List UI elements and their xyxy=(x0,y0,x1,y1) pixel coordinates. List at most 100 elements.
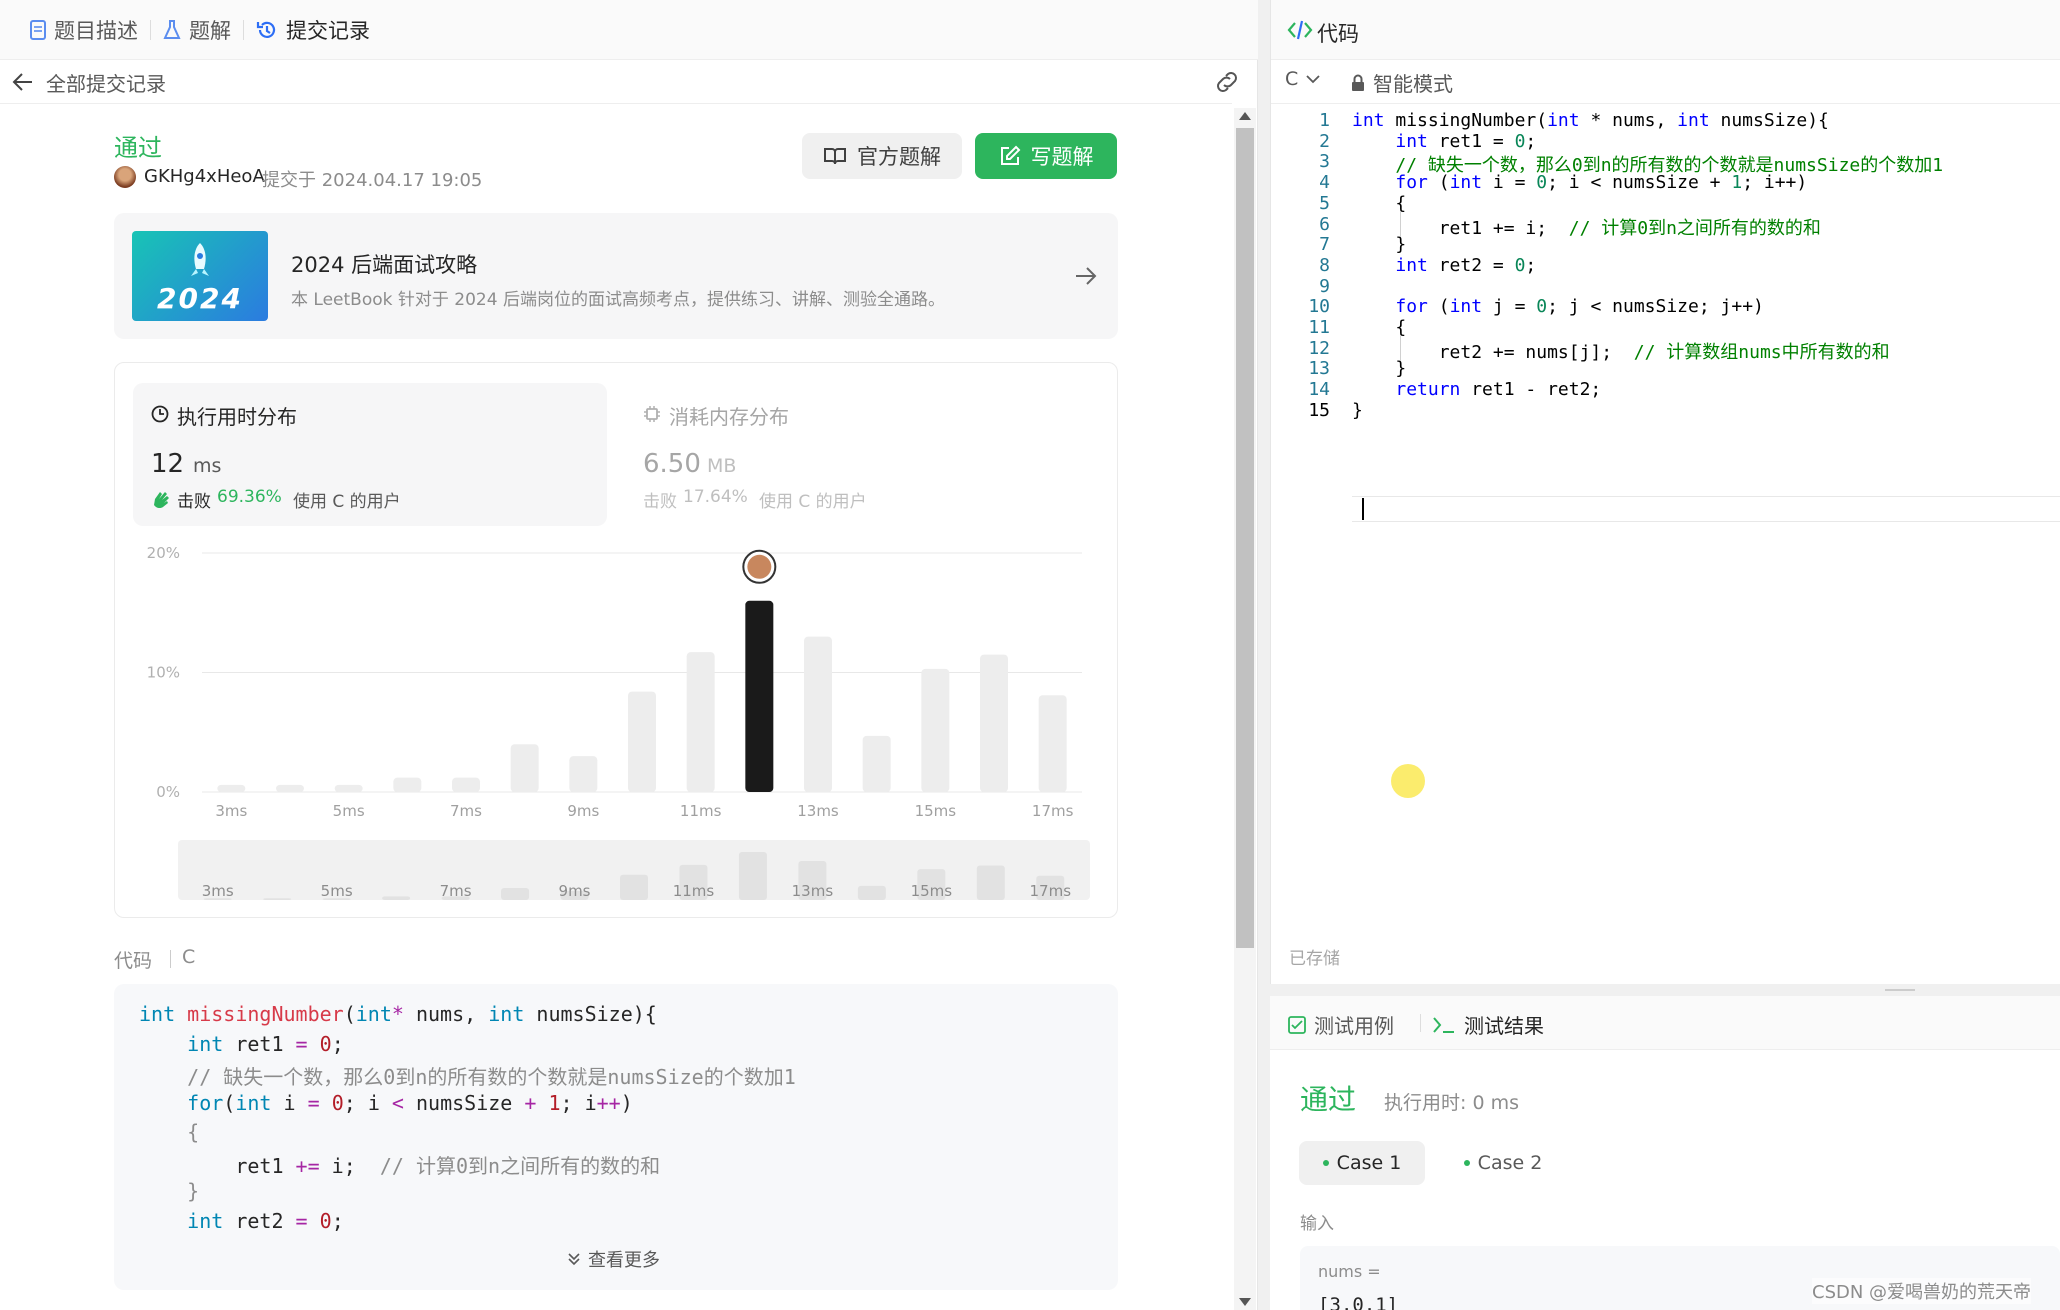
tab-submissions[interactable]: 提交记录 xyxy=(244,10,382,50)
chart-bar xyxy=(217,784,246,792)
brush-tick-label: 9ms xyxy=(559,882,591,900)
avatar xyxy=(114,166,136,188)
arrow-left-icon[interactable] xyxy=(12,72,34,92)
splitter-grip xyxy=(1885,989,1915,991)
preview-line: for(int i = 0; i < numsSize + 1; i++) xyxy=(139,1091,633,1115)
view-more-button[interactable]: 查看更多 xyxy=(566,1246,660,1272)
code-token: ) xyxy=(620,1090,633,1115)
code-token: 0 xyxy=(331,1090,344,1115)
tab-description[interactable]: 题目描述 xyxy=(18,10,150,50)
code-token: // 缺失一个数，那么0到n的所有数的个数就是numsSize的个数加1 xyxy=(187,1065,796,1089)
code-token: // 计算数组nums中所有数的和 xyxy=(1633,341,1890,363)
tab-testcases[interactable]: 测试用例 xyxy=(1288,1010,1394,1039)
checkbox-icon xyxy=(1288,1015,1306,1034)
write-solution-label: 写题解 xyxy=(1030,145,1094,169)
code-token: 0 xyxy=(1536,296,1548,318)
memory-beat-suffix: 使用 C 的用户 xyxy=(759,492,867,512)
left-panel: 题目描述 题解 提交记录 全部提交记录 通过 GKHg4xHeoA 提交于 20… xyxy=(0,0,1258,1310)
write-solution-button[interactable]: 写题解 xyxy=(975,133,1117,179)
chart-bar xyxy=(628,691,656,792)
test-panel: 测试用例 测试结果 通过 执行用时: 0 ms Case 1 Case 2 输入… xyxy=(1270,996,2060,1310)
memory-stat-box[interactable]: 消耗内存分布 6.50 MB 击败 17.64% 使用 C 的用户 xyxy=(625,383,1099,526)
brush-tick-label: 7ms xyxy=(440,882,472,900)
leetbook-banner[interactable]: 2024 2024 后端面试攻略 本 LeetBook 针对于 2024 后端岗… xyxy=(114,213,1118,339)
code-preview: int missingNumber(int* nums, int numsSiz… xyxy=(114,984,1118,1290)
code-token: 0 xyxy=(1514,254,1526,276)
line-number: 13 xyxy=(1308,358,1330,380)
code-token: 0 xyxy=(1536,172,1548,194)
test-status: 通过 xyxy=(1300,1083,1357,1116)
code-token: j = xyxy=(1492,296,1537,318)
tab-solutions[interactable]: 题解 xyxy=(151,10,243,50)
scroll-up-arrow[interactable] xyxy=(1239,112,1251,120)
preview-line: } xyxy=(139,1179,199,1203)
brush-tick-label: 5ms xyxy=(321,882,353,900)
code-token: } xyxy=(1352,358,1407,380)
chart-bar xyxy=(393,777,422,792)
code-token: { xyxy=(139,1120,200,1144)
code-line: ret1 += i; // 计算0到n之间所有的数的和 xyxy=(1352,214,1821,240)
x-tick-label: 9ms xyxy=(567,802,599,820)
official-solution-button[interactable]: 官方题解 xyxy=(802,133,962,179)
line-number: 6 xyxy=(1319,213,1330,235)
code-token: ; xyxy=(331,1208,344,1233)
line-number: 7 xyxy=(1319,234,1330,256)
scroll-down-arrow[interactable] xyxy=(1239,1298,1251,1306)
terminal-icon xyxy=(1433,1016,1454,1033)
code-token: for xyxy=(1395,296,1439,318)
code-token: ; i xyxy=(560,1090,597,1115)
tab-testresult-label: 测试结果 xyxy=(1464,1014,1544,1038)
current-line-highlight xyxy=(1352,496,2060,522)
chart-bar xyxy=(510,744,539,792)
brush-tick-label: 11ms xyxy=(673,882,715,900)
chart-bar xyxy=(569,756,598,792)
brush-bar xyxy=(501,888,530,900)
line-number: 2 xyxy=(1319,130,1330,152)
mode-label: 智能模式 xyxy=(1373,72,1453,96)
chart-bar xyxy=(276,784,304,792)
code-token: int xyxy=(235,1090,272,1115)
code-line: { xyxy=(1352,317,1406,338)
brush-tick-label: 17ms xyxy=(1030,882,1072,900)
code-token: numsSize){ xyxy=(1720,110,1829,131)
panel-splitter[interactable] xyxy=(1270,984,2060,996)
chart-bar xyxy=(1038,695,1067,792)
case-tab-1-label: Case 1 xyxy=(1336,1152,1402,1174)
indent-guide xyxy=(1400,210,1401,237)
code-token: = xyxy=(307,1090,320,1115)
input-label: 输入 xyxy=(1300,1214,1334,1234)
case-tab-1[interactable]: Case 1 xyxy=(1299,1141,1425,1185)
username[interactable]: GKHg4xHeoA xyxy=(144,166,265,187)
code-line: return ret1 - ret2; xyxy=(1352,379,1601,400)
line-number: 10 xyxy=(1308,296,1330,318)
scrollbar-thumb[interactable] xyxy=(1236,128,1254,948)
runtime-distribution-chart[interactable]: 0% 10% 20% 3ms 5ms 7ms 9ms 11ms 13ms 15ms 17ms 3ms 5… xyxy=(128,530,1104,910)
code-token: return xyxy=(1395,379,1472,401)
indent-guide xyxy=(1400,335,1401,361)
tab-solutions-label: 题解 xyxy=(189,18,231,43)
case-tab-2[interactable]: Case 2 xyxy=(1440,1141,1566,1185)
runtime-stat-box[interactable]: 执行用时分布 12 ms 击败 69.36% 使用 C 的用户 xyxy=(133,383,607,526)
brush-bar xyxy=(976,865,1005,900)
leetbook-cover-year: 2024 xyxy=(157,282,243,315)
runtime-label: 执行用时分布 xyxy=(177,405,297,429)
chart-bar xyxy=(921,668,950,792)
all-submissions-link[interactable]: 全部提交记录 xyxy=(46,68,166,97)
code-token: ; xyxy=(331,1031,344,1056)
submit-time: 提交于 2024.04.17 19:05 xyxy=(262,170,483,191)
test-tab-divider xyxy=(1420,1014,1421,1032)
chart-bar xyxy=(686,652,715,792)
tab-testresult[interactable]: 测试结果 xyxy=(1432,1010,1544,1039)
code-token: * xyxy=(391,1002,404,1026)
brush-tick-label: 15ms xyxy=(911,882,953,900)
left-scrollbar[interactable] xyxy=(1234,108,1256,1310)
mode-indicator[interactable]: 智能模式 xyxy=(1351,68,1453,97)
link-icon[interactable] xyxy=(1214,70,1240,94)
preview-line: int missingNumber(int* nums, int numsSiz… xyxy=(139,1002,657,1026)
language-select[interactable]: C xyxy=(1285,68,1320,90)
code-section-label: 代码 xyxy=(114,950,153,972)
